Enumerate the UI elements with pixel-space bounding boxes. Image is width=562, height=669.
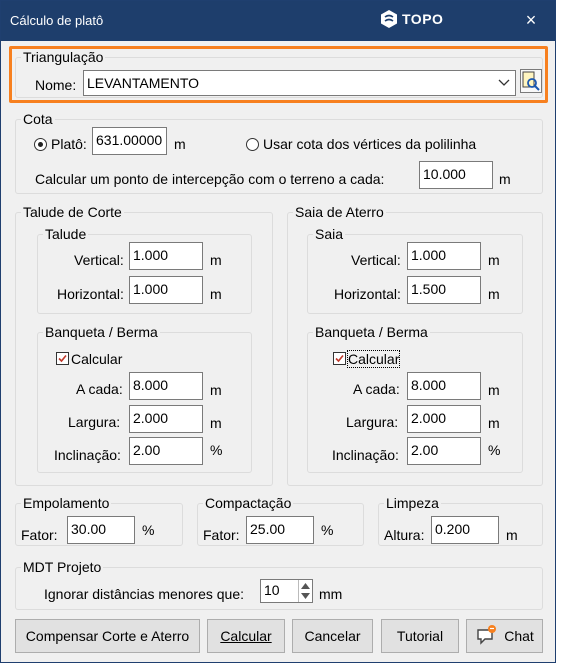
compactacao-fator-unit: % bbox=[321, 522, 334, 538]
empolamento-fator-label: Fator: bbox=[21, 527, 58, 543]
corte-banqueta-legend: Banqueta / Berma bbox=[45, 324, 158, 340]
saia-vertical-input[interactable]: 1.000 bbox=[407, 242, 481, 270]
saia-vertical-label: Vertical: bbox=[351, 252, 401, 268]
chat-button-label: Chat bbox=[504, 628, 534, 644]
limpeza-altura-unit: m bbox=[506, 527, 518, 543]
usar-cota-label: Usar cota dos vértices da polilinha bbox=[263, 136, 477, 152]
nome-combobox[interactable]: LEVANTAMENTO bbox=[83, 70, 516, 96]
compensar-corte-aterro-button[interactable]: Compensar Corte e Aterro bbox=[15, 619, 200, 653]
select-triangulation-button[interactable] bbox=[520, 69, 542, 93]
aterro-calcular-checkbox[interactable] bbox=[333, 352, 346, 365]
cancelar-button-label: Cancelar bbox=[304, 628, 361, 644]
aterro-calcular-label: Calcular bbox=[346, 350, 401, 368]
intercepcao-input[interactable]: 10.000 bbox=[419, 161, 493, 189]
plato-radio[interactable] bbox=[34, 138, 47, 151]
aterro-largura-label: Largura: bbox=[346, 414, 399, 430]
compactacao-fator-input[interactable]: 25.00 bbox=[246, 516, 314, 544]
talude-corte-legend: Talude de Corte bbox=[23, 204, 122, 220]
corte-acada-label: A cada: bbox=[76, 381, 123, 397]
saia-vertical-unit: m bbox=[488, 252, 500, 268]
saia-horizontal-input[interactable]: 1.500 bbox=[407, 276, 481, 304]
aterro-banqueta-legend: Banqueta / Berma bbox=[315, 324, 428, 340]
triangulacao-legend: Triangulação bbox=[23, 49, 104, 65]
document-search-icon bbox=[522, 71, 540, 91]
cota-legend: Cota bbox=[23, 111, 53, 127]
talude-vertical-unit: m bbox=[210, 252, 222, 268]
empolamento-fator-unit: % bbox=[142, 522, 155, 538]
close-icon[interactable]: × bbox=[521, 10, 541, 31]
corte-acada-unit: m bbox=[210, 382, 222, 398]
window-title: Cálculo de platô bbox=[10, 13, 104, 28]
spin-buttons[interactable] bbox=[298, 580, 312, 602]
corte-inclinacao-unit: % bbox=[210, 442, 223, 458]
corte-acada-input[interactable]: 8.000 bbox=[129, 372, 203, 400]
spin-up-icon[interactable] bbox=[301, 583, 310, 589]
tutorial-button[interactable]: Tutorial bbox=[381, 619, 459, 653]
chat-icon bbox=[477, 625, 497, 645]
aterro-largura-unit: m bbox=[488, 415, 500, 431]
topo-logo: TOPO bbox=[379, 9, 443, 29]
nome-label: Nome: bbox=[35, 77, 77, 93]
chevron-down-icon[interactable] bbox=[498, 79, 510, 87]
corte-largura-label: Largura: bbox=[68, 414, 121, 430]
aterro-acada-label: A cada: bbox=[353, 381, 400, 397]
saia-horizontal-unit: m bbox=[488, 286, 500, 302]
saia-horizontal-label: Horizontal: bbox=[334, 286, 401, 302]
aterro-acada-input[interactable]: 8.000 bbox=[407, 372, 481, 400]
nome-combobox-value: LEVANTAMENTO bbox=[87, 75, 200, 91]
dialog-window: Cálculo de platô TOPO × Triangulação Nom… bbox=[0, 0, 556, 663]
empolamento-fator-input[interactable]: 30.00 bbox=[67, 516, 135, 544]
talude-horizontal-unit: m bbox=[210, 286, 222, 302]
saia-legend: Saia bbox=[315, 226, 344, 242]
checkmark-icon bbox=[58, 354, 67, 363]
ignorar-distancias-label: Ignorar distâncias menores que: bbox=[44, 586, 244, 602]
aterro-inclinacao-input[interactable]: 2.00 bbox=[407, 437, 481, 465]
aterro-largura-input[interactable]: 2.000 bbox=[407, 405, 481, 433]
corte-calcular-checkbox[interactable] bbox=[56, 352, 69, 365]
limpeza-altura-input[interactable]: 0.200 bbox=[431, 516, 499, 544]
checkmark-icon bbox=[335, 354, 344, 363]
cancelar-button[interactable]: Cancelar bbox=[292, 619, 373, 653]
mdt-projeto-legend: MDT Projeto bbox=[23, 559, 102, 575]
intercepcao-unit: m bbox=[499, 171, 511, 187]
compactacao-fator-label: Fator: bbox=[203, 527, 240, 543]
plato-label: Platô: bbox=[51, 136, 87, 152]
plato-unit: m bbox=[174, 136, 186, 152]
corte-calcular-label: Calcular bbox=[71, 351, 123, 367]
title-bar[interactable]: Cálculo de platô TOPO × bbox=[1, 1, 555, 41]
talude-horizontal-input[interactable]: 1.000 bbox=[129, 276, 203, 304]
talude-vertical-input[interactable]: 1.000 bbox=[129, 242, 203, 270]
compactacao-legend: Compactação bbox=[205, 495, 292, 511]
talude-horizontal-label: Horizontal: bbox=[57, 286, 124, 302]
calcular-button[interactable]: Calcular bbox=[207, 619, 285, 653]
ignorar-distancias-unit: mm bbox=[319, 586, 343, 602]
limpeza-altura-label: Altura: bbox=[384, 527, 425, 543]
corte-largura-input[interactable]: 2.000 bbox=[129, 405, 203, 433]
calcular-intercepcao-label: Calcular um ponto de intercepção com o t… bbox=[35, 171, 385, 187]
topo-logo-icon bbox=[381, 10, 397, 28]
ignorar-distancias-value: 10 bbox=[264, 582, 280, 598]
corte-inclinacao-label: Inclinação: bbox=[54, 447, 121, 463]
chat-button[interactable]: Chat bbox=[466, 619, 543, 653]
aterro-inclinacao-unit: % bbox=[488, 442, 501, 458]
corte-largura-unit: m bbox=[210, 415, 222, 431]
talude-legend: Talude bbox=[45, 226, 87, 242]
limpeza-legend: Limpeza bbox=[386, 495, 439, 511]
saia-aterro-legend: Saia de Aterro bbox=[295, 204, 384, 220]
tutorial-button-label: Tutorial bbox=[396, 628, 444, 644]
aterro-acada-unit: m bbox=[488, 382, 500, 398]
corte-inclinacao-input[interactable]: 2.00 bbox=[129, 437, 203, 465]
aterro-inclinacao-label: Inclinação: bbox=[332, 447, 399, 463]
topo-logo-text: TOPO bbox=[402, 11, 444, 27]
plato-input[interactable]: 631.00000 bbox=[92, 127, 167, 155]
ignorar-distancias-spinbox[interactable]: 10 bbox=[260, 579, 313, 603]
spin-down-icon[interactable] bbox=[301, 593, 310, 599]
empolamento-legend: Empolamento bbox=[23, 495, 110, 511]
usar-cota-radio[interactable] bbox=[246, 138, 259, 151]
talude-vertical-label: Vertical: bbox=[74, 252, 124, 268]
compensar-button-label: Compensar Corte e Aterro bbox=[25, 628, 190, 644]
calcular-button-label: Calcular bbox=[220, 628, 272, 644]
